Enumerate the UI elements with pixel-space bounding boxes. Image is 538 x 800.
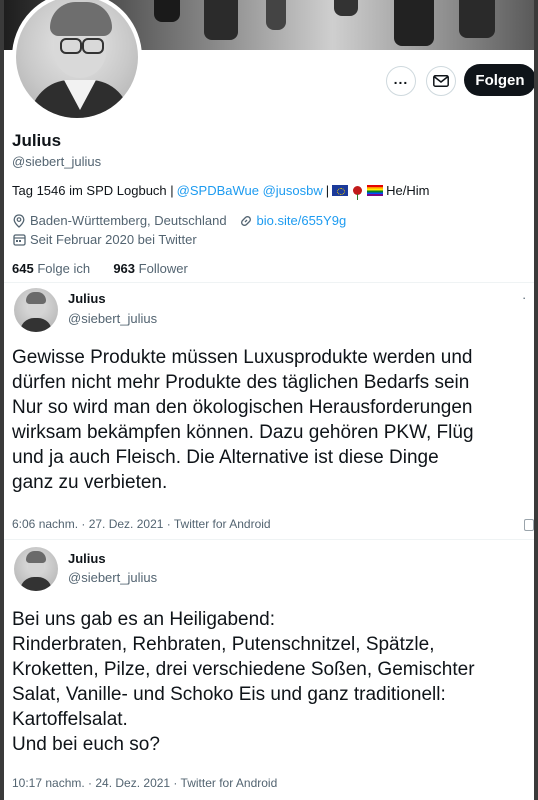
tweet-author-name[interactable]: Julius: [68, 551, 106, 566]
tweet-text: Gewisse Produkte müssen Luxusprodukte we…: [12, 347, 474, 493]
divider: [4, 282, 534, 283]
tweet-author-name[interactable]: Julius: [68, 291, 106, 306]
rainbow-flag-icon: [367, 185, 384, 196]
eu-flag-icon: [332, 185, 349, 196]
tweet-timestamp[interactable]: 6:06 nachm. · 27. Dez. 2021 · Twitter fo…: [12, 517, 271, 531]
profile-avatar[interactable]: [12, 0, 142, 122]
tweet-more-icon[interactable]: ·: [522, 290, 526, 305]
bio-separator: |: [325, 183, 330, 198]
profile-meta-row: Baden-Württemberg, Deutschland bio.site/…: [12, 213, 346, 228]
more-icon: ...: [393, 70, 409, 87]
tweet-author-handle[interactable]: @siebert_julius: [68, 311, 157, 326]
profile-location: Baden-Württemberg, Deutschland: [30, 213, 227, 228]
screenshot-frame: ... Folgen Julius @siebert_julius Tag 15…: [0, 0, 538, 800]
followers-link[interactable]: 963 Follower: [113, 261, 187, 276]
rose-icon: [353, 186, 363, 200]
tweet-avatar[interactable]: [14, 547, 58, 591]
profile-stats: 645 Folge ich 963 Follower: [12, 261, 188, 276]
share-icon[interactable]: [524, 519, 534, 531]
profile-joined: Seit Februar 2020 bei Twitter: [30, 232, 197, 247]
divider: [4, 539, 534, 540]
following-link[interactable]: 645 Folge ich: [12, 261, 90, 276]
tweet-text: Bei uns gab es an Heiligabend: Rinderbra…: [12, 609, 475, 755]
envelope-icon: [433, 75, 449, 87]
more-button[interactable]: ...: [386, 66, 416, 96]
profile-joined-row: Seit Februar 2020 bei Twitter: [12, 232, 197, 247]
calendar-icon: [12, 233, 26, 247]
bio-mentions-link[interactable]: @SPDBaWue @jusosbw: [177, 183, 323, 198]
bio-text: Tag 1546 im SPD Logbuch |: [12, 183, 174, 198]
profile-bio: Tag 1546 im SPD Logbuch | @SPDBaWue @jus…: [12, 183, 430, 200]
follow-button[interactable]: Folgen: [464, 64, 534, 96]
tweet-avatar[interactable]: [14, 288, 58, 332]
message-button[interactable]: [426, 66, 456, 96]
tweet-author-handle[interactable]: @siebert_julius: [68, 570, 157, 585]
profile-handle: @siebert_julius: [12, 154, 102, 169]
location-icon: [12, 213, 26, 228]
link-icon: [239, 214, 253, 228]
profile-website-link[interactable]: bio.site/655Y9g: [257, 213, 347, 228]
profile-card: ... Folgen Julius @siebert_julius Tag 15…: [4, 0, 534, 800]
profile-name: Julius: [12, 131, 62, 150]
bio-pronouns: He/Him: [386, 183, 430, 198]
tweet-timestamp[interactable]: 10:17 nachm. · 24. Dez. 2021 · Twitter f…: [12, 776, 277, 790]
